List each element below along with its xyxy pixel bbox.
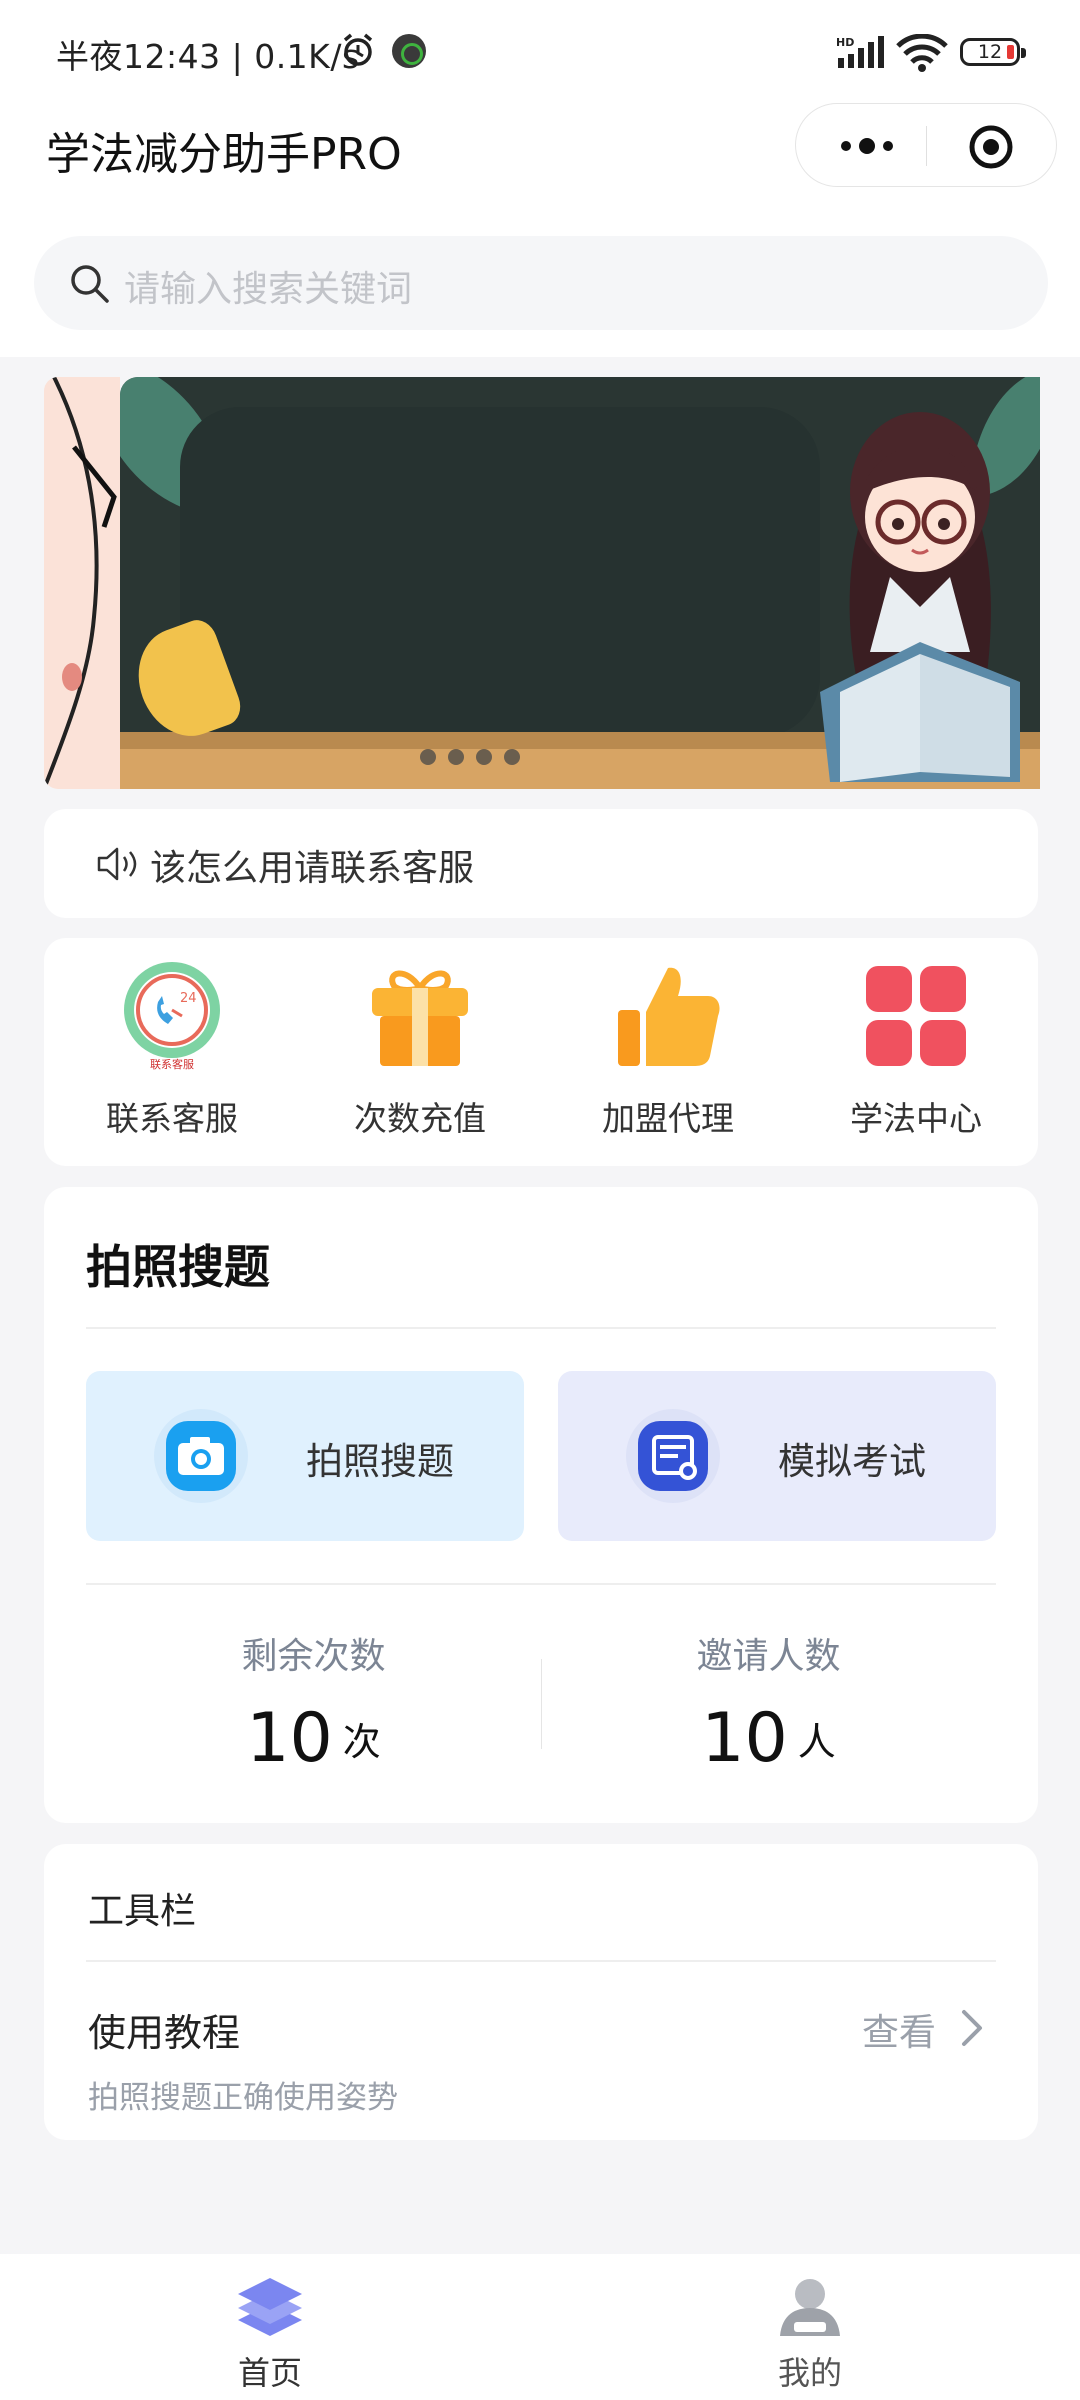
- banner-previous-slide[interactable]: [44, 377, 120, 789]
- entry-label: 学法中心: [850, 1099, 982, 1138]
- svg-text:24: 24: [180, 991, 197, 1006]
- hd-signal-icon: HD: [836, 36, 884, 68]
- divider: [86, 1327, 996, 1329]
- notice-text: 该怎么用请联系客服: [150, 848, 475, 889]
- carousel-dot[interactable]: [476, 749, 492, 765]
- stat-value: 10: [246, 1699, 333, 1778]
- carousel-indicators: [420, 749, 520, 765]
- exam-icon: [638, 1421, 708, 1491]
- wifi-icon: [896, 34, 948, 72]
- search-input[interactable]: 请输入搜索关键词: [34, 236, 1048, 330]
- customer-service-icon: 24 联系客服: [124, 962, 220, 1070]
- search-icon: [71, 265, 109, 303]
- blackboard: [180, 407, 820, 737]
- customer-service-caption: 联系客服: [150, 1057, 194, 1070]
- stat-value-row: 10 人: [541, 1699, 996, 1778]
- status-time: 半夜12:43 | 0.1K/s: [56, 37, 360, 76]
- entry-learning-center[interactable]: 学法中心: [796, 952, 1036, 1152]
- alarm-icon: [343, 33, 373, 66]
- entry-recharge[interactable]: 次数充值: [300, 952, 540, 1152]
- home-layers-icon: [238, 2278, 302, 2336]
- close-target-icon[interactable]: [968, 124, 1014, 170]
- divider: [86, 1960, 996, 1962]
- battery-icon: 12: [960, 38, 1026, 66]
- entry-franchise[interactable]: 加盟代理: [548, 952, 788, 1152]
- capsule-divider: [926, 126, 927, 166]
- chevron-right-icon: [962, 2010, 982, 2046]
- stat-unit: 人: [797, 1720, 836, 1764]
- entry-label: 次数充值: [354, 1099, 486, 1138]
- entry-label: 联系客服: [106, 1099, 238, 1138]
- tab-mine[interactable]: 我的: [720, 2268, 900, 2394]
- gift-icon: [372, 970, 468, 1066]
- tutorial-subtitle: 拍照搜题正确使用姿势: [88, 2080, 398, 2116]
- tab-home[interactable]: 首页: [180, 2268, 360, 2394]
- entry-customer-service[interactable]: 24 联系客服 联系客服: [52, 952, 292, 1152]
- stat-label: 剩余次数: [241, 1636, 386, 1677]
- stat-unit: 次: [342, 1720, 381, 1764]
- speaker-icon: [97, 847, 137, 881]
- view-link[interactable]: 查看: [862, 2002, 936, 2056]
- teacher-illustration: [820, 412, 1020, 782]
- stat-value-row: 10 次: [86, 1699, 541, 1778]
- stat-value: 10: [701, 1699, 788, 1778]
- status-bar: 半夜12:43 | 0.1K/s HD 12: [0, 0, 1080, 100]
- section-title: 拍照搜题: [86, 1240, 270, 1294]
- exam-icon-bg: [626, 1409, 720, 1503]
- carousel-dot[interactable]: [504, 749, 520, 765]
- toolbar-card: 工具栏 使用教程 拍照搜题正确使用姿势 查看: [44, 1844, 1038, 2140]
- face-illustration: [44, 377, 117, 789]
- tile-label: 拍照搜题: [306, 1440, 454, 1483]
- battery-low-indicator: [1007, 45, 1014, 59]
- app-notification-icon: [392, 34, 426, 68]
- grid-icon: [866, 966, 966, 1066]
- carousel-dot[interactable]: [448, 749, 464, 765]
- tab-label: 首页: [237, 2354, 302, 2392]
- invite-count: 邀请人数 10 人: [541, 1627, 996, 1778]
- camera-icon-bg: [154, 1409, 248, 1503]
- page-title: 学法减分助手PRO: [46, 129, 402, 180]
- stat-label: 邀请人数: [696, 1636, 841, 1677]
- tile-label: 模拟考试: [778, 1440, 926, 1483]
- tutorial-title: 使用教程: [88, 2011, 241, 2055]
- svg-text:HD: HD: [836, 36, 854, 49]
- camera-icon: [166, 1421, 236, 1491]
- entry-label: 加盟代理: [602, 1099, 734, 1138]
- notice-bar[interactable]: 该怎么用请联系客服: [44, 809, 1038, 918]
- remaining-count: 剩余次数 10 次: [86, 1627, 541, 1778]
- quick-entries: 24 联系客服 联系客服 次数充值 加盟代理 学法中心: [44, 938, 1038, 1166]
- thumbs-up-icon: [618, 967, 720, 1066]
- more-icon[interactable]: [834, 126, 900, 166]
- divider: [86, 1583, 996, 1585]
- carousel-dot[interactable]: [420, 749, 436, 765]
- tab-bar: 首页 我的: [0, 2254, 1080, 2400]
- battery-level: 12: [977, 41, 1003, 63]
- search-placeholder: 请输入搜索关键词: [124, 269, 413, 310]
- miniprogram-capsule: [795, 103, 1057, 187]
- header-area: 半夜12:43 | 0.1K/s HD 12 学法减分助手PRO 请输入搜索关键…: [0, 0, 1080, 357]
- mock-exam-button[interactable]: 模拟考试: [558, 1371, 996, 1541]
- photo-search-button[interactable]: 拍照搜题: [86, 1371, 524, 1541]
- tab-label: 我的: [777, 2354, 842, 2392]
- user-icon: [780, 2279, 840, 2336]
- photo-search-card: 拍照搜题 拍照搜题 模拟考试 剩余次数 10 次 邀请人数 10 人: [44, 1187, 1038, 1823]
- toolbar-title: 工具栏: [88, 1891, 197, 1932]
- banner-carousel[interactable]: [120, 377, 1040, 789]
